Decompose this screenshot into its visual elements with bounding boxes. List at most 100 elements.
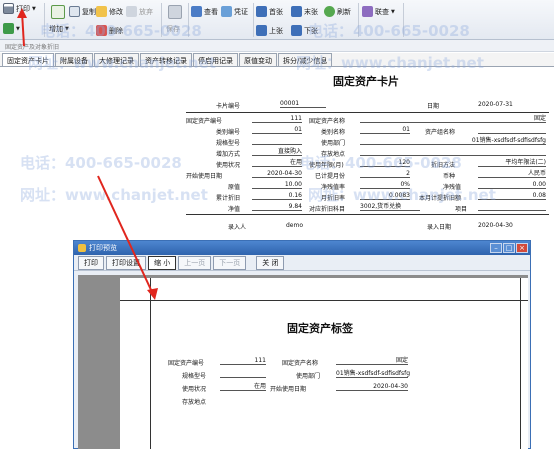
close-icon[interactable]: × — [516, 243, 528, 253]
copy-button[interactable]: 复制 — [69, 6, 96, 17]
copy-icon — [69, 6, 80, 17]
salvage-label: 净残值 — [443, 184, 462, 191]
label-asset-name-value: 固定 — [336, 356, 408, 365]
card-tabs: 固定资产卡片 附属设备 大修理记录 资产转移记录 停启用记录 原值变动 拆分/减少信息 — [0, 53, 554, 67]
main-toolbar: 打印 ▼ ▼ 增加 ▼ 复制 修改 放弃 删除 保存 查看 凭证 首张 末张 上… — [0, 0, 554, 40]
prev-button[interactable]: 上张 — [256, 25, 283, 36]
label-spec-value — [220, 369, 266, 378]
preview-area[interactable]: 固定资产标签 固定资产编号 111 固定资产名称 固定 规格型号 使用部门 01… — [78, 275, 528, 449]
location-label: 存放地点 — [321, 151, 346, 158]
start-date-value: 2020-04-30 — [252, 169, 302, 178]
dialog-close-button[interactable]: 关 闭 — [256, 255, 285, 270]
monthly-rate-label: 月折旧率 — [321, 195, 346, 202]
chevron-down-icon: ▼ — [391, 8, 395, 15]
asset-card: 固定资产卡片 卡片编号 00001 日期 2020-07-31 固定资产编号 1… — [178, 67, 554, 242]
dep-method-label: 折旧方法 — [431, 162, 456, 169]
modify-button[interactable]: 修改 — [96, 6, 123, 17]
view-label: 查看 — [204, 7, 218, 16]
maximize-button[interactable]: □ — [503, 243, 515, 253]
zoom-out-button[interactable]: 缩 小 — [148, 255, 177, 270]
tab-3[interactable]: 资产转移记录 — [140, 53, 192, 66]
tab-2[interactable]: 大修理记录 — [94, 53, 139, 66]
monthly-dep-value: 0.08 — [478, 191, 546, 200]
delete-label: 删除 — [109, 26, 123, 35]
function-bar: 固定资产及对象折旧 — [0, 40, 554, 52]
delete-button[interactable]: 删除 — [96, 25, 123, 36]
label-status-label: 使用状况 — [182, 386, 207, 393]
refresh-icon — [324, 6, 335, 17]
chevron-down-icon: ▼ — [65, 26, 69, 32]
first-page-icon — [256, 6, 267, 17]
asset-name-label: 固定资产名称 — [309, 118, 346, 125]
last-page-icon — [291, 6, 302, 17]
used-months-value: 2 — [360, 169, 410, 178]
label-status-value: 在用 — [220, 382, 266, 391]
save-button[interactable]: 保存 — [166, 24, 180, 34]
export-icon — [3, 23, 14, 34]
tab-0[interactable]: 固定资产卡片 — [2, 53, 54, 66]
start-date-label: 开始使用日期 — [186, 173, 223, 180]
minimize-button[interactable]: – — [490, 243, 502, 253]
net-value: 9.84 — [252, 202, 302, 211]
output-button[interactable]: ▼ — [3, 23, 20, 34]
last-label: 末张 — [304, 7, 318, 16]
label-asset-no-value: 111 — [220, 356, 266, 365]
monthly-rate-value: 0.0083 — [360, 191, 410, 200]
cat-no-value: 01 — [252, 125, 302, 134]
prev-page-button[interactable]: 上一页 — [178, 255, 212, 270]
copy-label: 复制 — [82, 7, 96, 16]
label-asset-no-label: 固定资产编号 — [168, 360, 205, 367]
label-location-label: 存放地点 — [182, 399, 207, 406]
dept-label: 使用部门 — [321, 140, 346, 147]
dialog-titlebar[interactable]: 打印预览 – □ × — [74, 241, 530, 255]
abandon-button[interactable]: 放弃 — [126, 6, 153, 17]
dialog-print-button[interactable]: 打印 — [78, 255, 104, 270]
asset-no-value: 111 — [252, 114, 302, 123]
next-page-button[interactable]: 下一页 — [213, 255, 247, 270]
function-bar-text: 固定资产及对象折旧 — [5, 44, 60, 51]
label-dept-label: 使用部门 — [296, 373, 321, 380]
cat-no-label: 类别编号 — [216, 129, 241, 136]
save-label: 保存 — [166, 25, 180, 33]
life-value: 120 — [360, 158, 410, 167]
cat-name-label: 类别名称 — [321, 129, 346, 136]
tab-6[interactable]: 拆分/减少信息 — [278, 53, 333, 66]
app-icon — [78, 244, 86, 252]
asset-no-label: 固定资产编号 — [186, 118, 223, 125]
link-query-button[interactable]: 联查 ▼ — [362, 6, 395, 17]
preview-page: 固定资产标签 固定资产编号 111 固定资产名称 固定 规格型号 使用部门 01… — [120, 278, 528, 449]
tab-1[interactable]: 附属设备 — [55, 53, 93, 66]
next-button[interactable]: 下张 — [291, 25, 318, 36]
acc-dep-value: 0.16 — [252, 191, 302, 200]
net-value-label: 净值 — [228, 206, 241, 213]
dept-value: 01销售-xsdfsdf-sdfisdfsfg — [360, 136, 546, 145]
item-value — [478, 202, 546, 211]
item-label: 项目 — [455, 206, 468, 213]
voucher-label: 凭证 — [234, 7, 248, 16]
subject-value: 3002,货币兑换 — [360, 202, 420, 211]
asset-group-value — [478, 125, 546, 134]
date-value: 2020-07-31 — [478, 101, 513, 108]
prev-label: 上张 — [269, 26, 283, 35]
status-value: 在用 — [252, 158, 302, 167]
voucher-button[interactable]: 凭证 — [221, 6, 248, 17]
add-button[interactable]: 增加 ▼ — [49, 24, 69, 34]
print-label: 打印 — [16, 4, 30, 13]
prev-page-icon — [256, 25, 267, 36]
tab-4[interactable]: 停启用记录 — [193, 53, 238, 66]
refresh-label: 刷新 — [337, 7, 351, 16]
entry-date-value: 2020-04-30 — [478, 222, 513, 229]
label-spec-label: 规格型号 — [182, 373, 207, 380]
tab-5[interactable]: 原值变动 — [239, 53, 277, 66]
print-setup-button[interactable]: 打印设置 — [106, 255, 146, 270]
refresh-button[interactable]: 刷新 — [324, 6, 351, 17]
first-button[interactable]: 首张 — [256, 6, 283, 17]
print-button[interactable]: 打印 ▼ — [3, 3, 36, 14]
dep-method-value: 平均年限法(二) — [478, 158, 546, 167]
cat-name-value: 01 — [360, 125, 410, 134]
first-label: 首张 — [269, 7, 283, 16]
acc-dep-label: 累计折旧 — [216, 195, 241, 202]
last-button[interactable]: 末张 — [291, 6, 318, 17]
view-button[interactable]: 查看 — [191, 6, 218, 17]
currency-value: 人民币 — [478, 169, 546, 178]
